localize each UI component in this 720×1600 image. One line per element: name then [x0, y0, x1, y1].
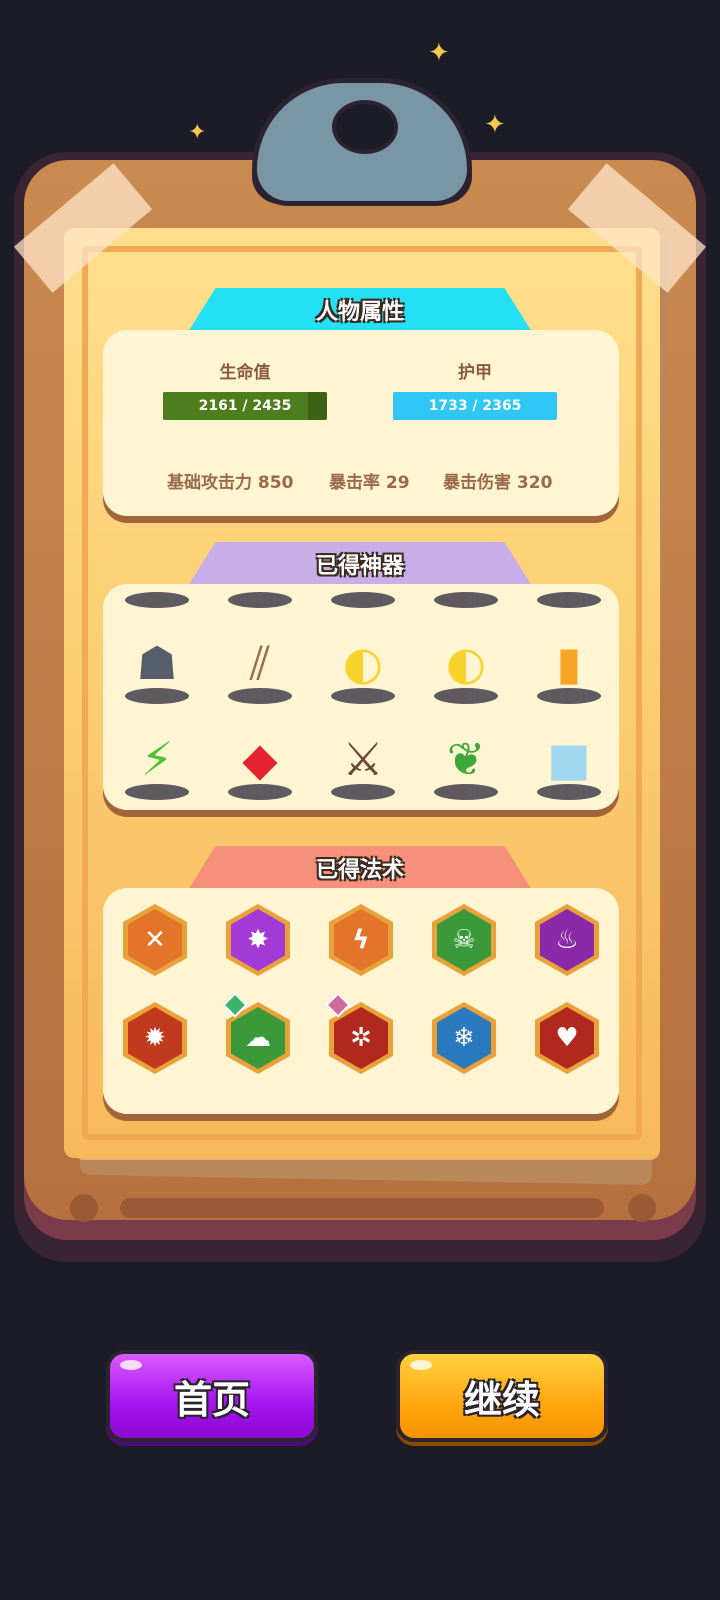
item-shadow: [228, 688, 292, 704]
ruby-gem-icon: ◆: [242, 732, 278, 786]
artifact-slot[interactable]: ❦: [426, 714, 506, 804]
item-shadow: [537, 784, 601, 800]
spells-title: 已得法术: [315, 858, 404, 883]
herb-leaf-icon: ❦: [446, 732, 486, 786]
artifact-slot[interactable]: ⚔: [323, 714, 403, 804]
spells-card: ✕ ✸ ϟ ☠ ♨ ✹ ☁ ✲ ❄ ♥: [103, 888, 619, 1114]
sparkle-icon: ✦: [428, 38, 450, 68]
beer-mug-icon: ▮: [556, 636, 582, 690]
screw-left: [70, 1194, 98, 1222]
tombstone-icon: ☗: [136, 636, 178, 690]
artifact-slot[interactable]: ⚡: [117, 714, 197, 804]
stats-card: 生命值 2161 / 2435 护甲 1733 / 2365 基础攻击力 850…: [103, 330, 619, 516]
artifacts-header: 已得神器: [188, 542, 532, 586]
artifact-slot[interactable]: ◆: [220, 714, 300, 804]
artifacts-title: 已得神器: [315, 554, 404, 579]
stats-title: 人物属性: [315, 300, 404, 325]
clipboard-bottom-bar: [120, 1198, 604, 1218]
armor-value: 1733 / 2365: [428, 398, 522, 414]
continue-button-label: 继续: [463, 1377, 540, 1422]
heart-spell-icon: ♥: [540, 1007, 594, 1069]
artifact-slot[interactable]: ⫽: [220, 618, 300, 708]
ice-cube-icon: ■: [547, 732, 591, 786]
artifact-slot[interactable]: ☗: [220, 584, 300, 612]
button-shine: [120, 1360, 142, 1370]
artifact-slot[interactable]: ☗: [117, 618, 197, 708]
item-shadow: [434, 784, 498, 800]
artifact-slot[interactable]: ☗: [117, 584, 197, 612]
crit-damage: 暴击伤害 320: [443, 473, 553, 493]
crossed-axes-icon: ⚔: [342, 732, 384, 786]
sword-shield-spell-icon: ✕: [128, 909, 182, 971]
artifacts-card: ☗ ☗ ☗ ☗ ☗ ☗ ⫽ ◐ ◐ ▮ ⚡ ◆ ⚔ ❦ ■: [103, 584, 619, 810]
item-shadow: [434, 592, 498, 608]
crit-spell-icon: ✸: [231, 909, 285, 971]
lemon-icon: ◐: [445, 636, 487, 690]
artifact-slot[interactable]: ◐: [426, 618, 506, 708]
tombstone-icon: ☗: [239, 584, 280, 590]
hp-value: 2161 / 2435: [198, 398, 292, 414]
home-button[interactable]: 首页: [106, 1350, 318, 1442]
lightning-shield-spell-icon: ϟ: [334, 909, 388, 971]
spell-badge[interactable]: ✹: [123, 1002, 187, 1074]
spells-header: 已得法术: [188, 846, 532, 890]
battery-icon: ⚡: [140, 732, 174, 786]
wooden-planks-icon: ⫽: [249, 636, 271, 690]
continue-button[interactable]: 继续: [396, 1350, 608, 1442]
item-shadow: [331, 688, 395, 704]
spell-badge[interactable]: ϟ: [329, 904, 393, 976]
spell-badge[interactable]: ✕: [123, 904, 187, 976]
crit-rate: 暴击率 29: [329, 473, 410, 493]
artifact-slot[interactable]: ◐: [323, 618, 403, 708]
armor-label: 护甲: [458, 363, 492, 383]
item-shadow: [125, 784, 189, 800]
sparkle-icon: ✦: [484, 110, 506, 140]
thermometer-shield-spell-icon: ♨: [540, 909, 594, 971]
artifact-slot[interactable]: ▮: [529, 618, 609, 708]
hp-label: 生命值: [219, 363, 271, 383]
artifact-slot[interactable]: ☗: [529, 584, 609, 612]
item-shadow: [228, 784, 292, 800]
frost-shield-spell-icon: ❄: [437, 1007, 491, 1069]
spin-spell-icon: ✲: [334, 1007, 388, 1069]
tombstone-icon: ☗: [136, 584, 177, 590]
artifact-slot[interactable]: ☗: [426, 584, 506, 612]
tombstone-icon: ☗: [342, 584, 383, 590]
spell-badge[interactable]: ❄: [432, 1002, 496, 1074]
item-shadow: [125, 592, 189, 608]
artifact-slot[interactable]: ■: [529, 714, 609, 804]
stats-header: 人物属性: [188, 288, 532, 332]
hp-bar: 2161 / 2435: [163, 392, 327, 420]
spell-badge[interactable]: ☠: [432, 904, 496, 976]
home-button-label: 首页: [173, 1377, 250, 1422]
item-shadow: [331, 592, 395, 608]
item-shadow: [537, 688, 601, 704]
poison-skull-spell-icon: ☠: [437, 909, 491, 971]
armor-bar: 1733 / 2365: [393, 392, 557, 420]
base-attack: 基础攻击力 850: [167, 473, 294, 493]
spell-badge[interactable]: ♥: [535, 1002, 599, 1074]
item-shadow: [228, 592, 292, 608]
fire-shield-spell-icon: ✹: [128, 1007, 182, 1069]
spell-badge[interactable]: ✸: [226, 904, 290, 976]
button-shine: [410, 1360, 432, 1370]
item-shadow: [434, 688, 498, 704]
screw-right: [628, 1194, 656, 1222]
item-shadow: [537, 592, 601, 608]
artifact-slot[interactable]: ☗: [323, 584, 403, 612]
item-shadow: [125, 688, 189, 704]
lemon-icon: ◐: [342, 636, 384, 690]
sheep-spell-icon: ☁: [231, 1007, 285, 1069]
spell-badge[interactable]: ♨: [535, 904, 599, 976]
item-shadow: [331, 784, 395, 800]
clip-hole: [332, 100, 398, 154]
tombstone-icon: ☗: [445, 584, 486, 590]
sparkle-icon: ✦: [188, 120, 207, 145]
tombstone-icon: ☗: [548, 584, 589, 590]
